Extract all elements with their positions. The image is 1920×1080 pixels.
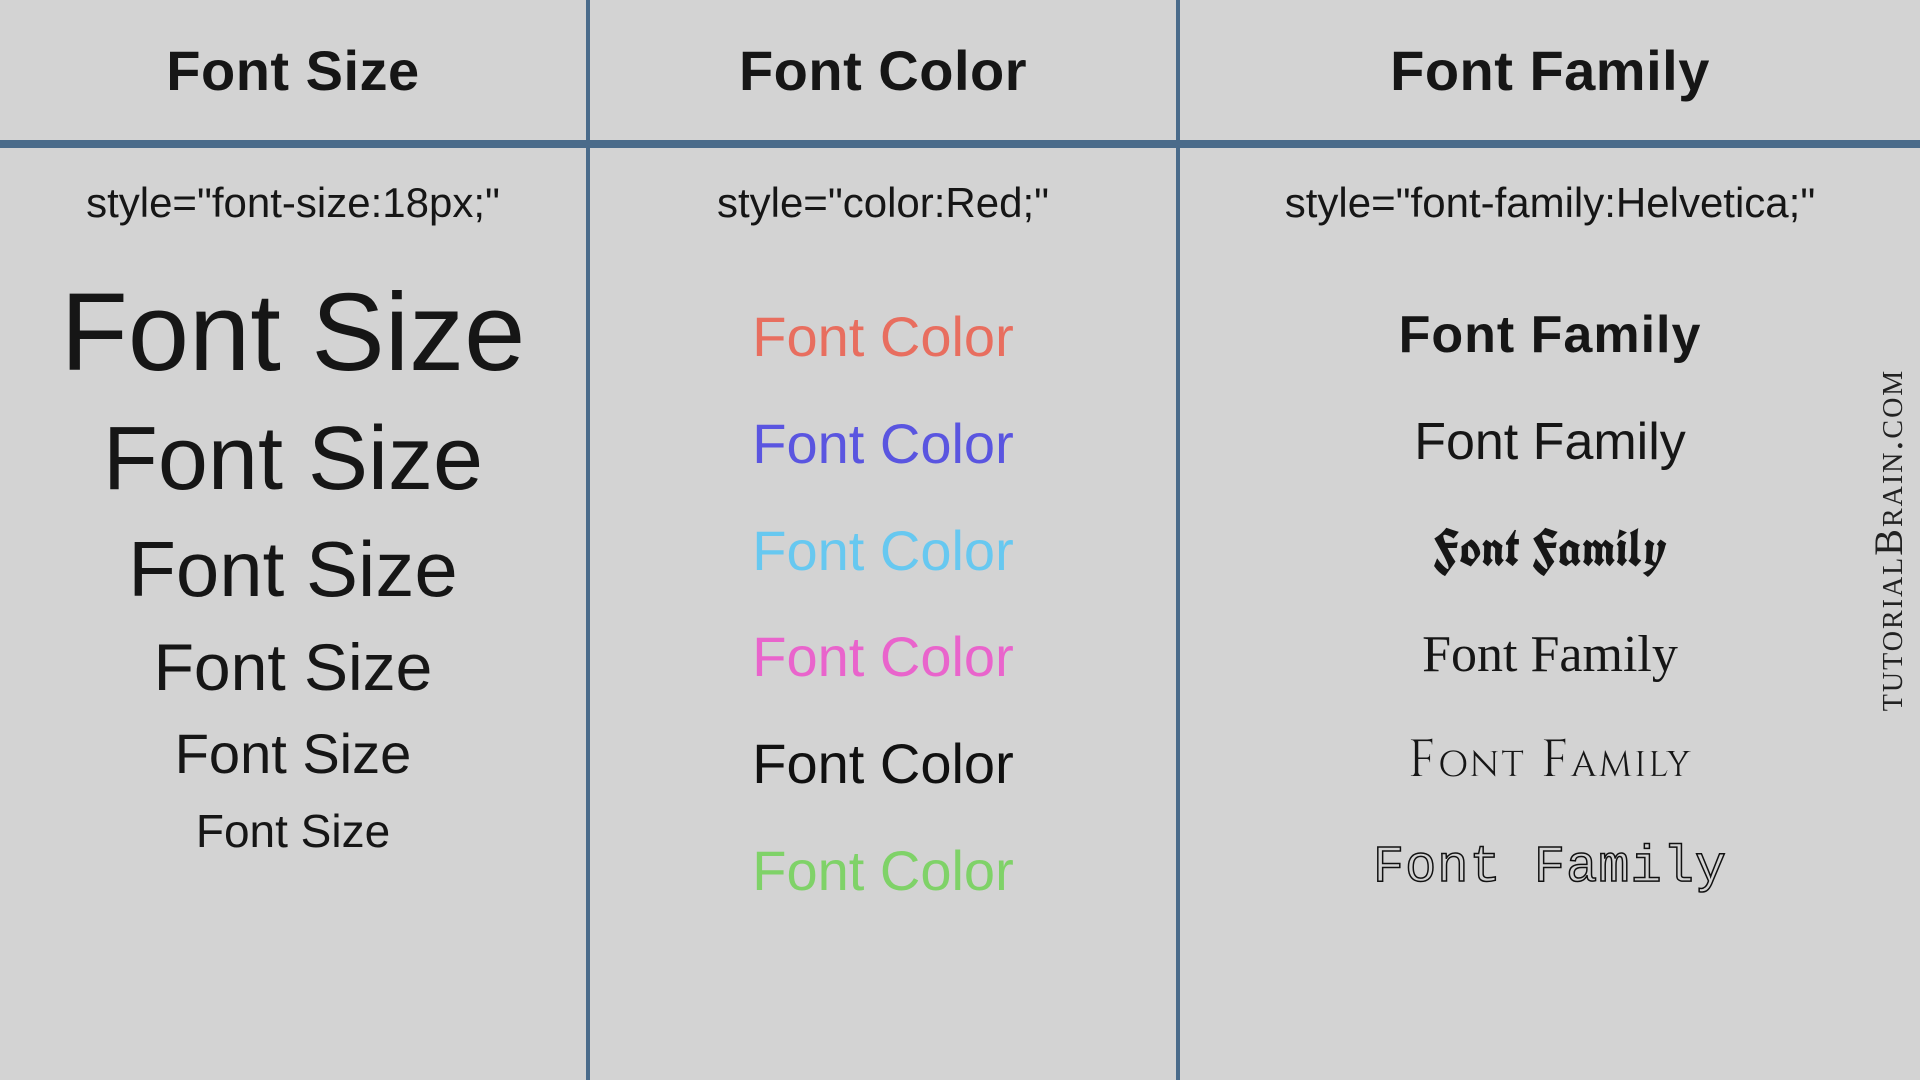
samples-font-color: Font Color Font Color Font Color Font Co… [590,258,1176,901]
code-font-color: style="color:Red;" [590,148,1176,258]
sample-font-family-1: Font Family [1399,308,1702,363]
sample-font-size-5: Font Size [175,726,412,782]
sample-font-size-2: Font Size [103,414,483,504]
column-font-family: Font Family style="font-family:Helvetica… [1180,0,1920,1080]
header-font-color: Font Color [590,0,1176,148]
sample-font-family-4: Font Family [1422,628,1678,683]
font-comparison-grid: Font Size style="font-size:18px;" Font S… [0,0,1920,1080]
sample-font-size-4: Font Size [154,634,433,700]
sample-font-family-3: Font Family [1433,521,1666,576]
samples-font-family: Font Family Font Family Font Family Font… [1180,258,1920,896]
column-font-size: Font Size style="font-size:18px;" Font S… [0,0,590,1080]
sample-font-color-1: Font Color [752,308,1013,367]
sample-font-color-5: Font Color [752,735,1013,794]
header-font-family: Font Family [1180,0,1920,148]
sample-font-color-2: Font Color [752,415,1013,474]
samples-font-size: Font Size Font Size Font Size Font Size … [0,258,586,854]
column-font-color: Font Color style="color:Red;" Font Color… [590,0,1180,1080]
sample-font-color-3: Font Color [752,522,1013,581]
sample-font-size-1: Font Size [61,278,526,388]
code-font-family: style="font-family:Helvetica;" [1180,148,1920,258]
code-font-size: style="font-size:18px;" [0,148,586,258]
sample-font-color-6: Font Color [752,842,1013,901]
header-font-size: Font Size [0,0,586,148]
sample-font-size-3: Font Size [128,530,457,608]
sample-font-family-6: Font Family [1373,841,1727,896]
sample-font-size-6: Font Size [196,808,390,854]
sample-font-family-2: Font Family [1414,415,1686,470]
watermark: tutorialBrain.com [1865,369,1912,711]
sample-font-family-5: Font Family [1408,734,1693,789]
sample-font-color-4: Font Color [752,628,1013,687]
